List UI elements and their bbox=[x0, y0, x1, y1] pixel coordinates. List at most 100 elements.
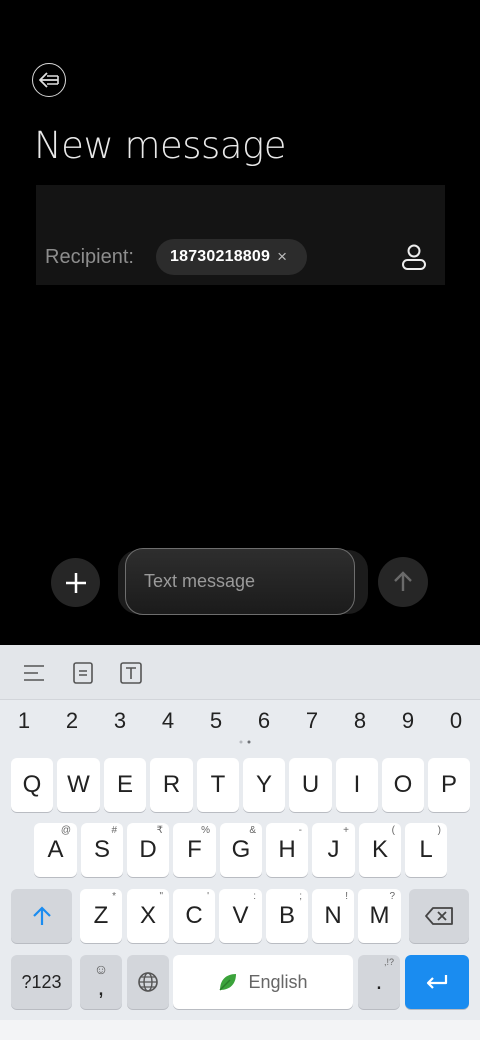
key-1[interactable]: 1 bbox=[0, 708, 48, 734]
key-9[interactable]: 9 bbox=[384, 708, 432, 734]
page-dots-icon bbox=[239, 740, 251, 744]
space-bar[interactable]: English bbox=[173, 955, 353, 1009]
key-a-sup: @ bbox=[60, 825, 71, 836]
contact-picker-button[interactable] bbox=[399, 242, 429, 272]
key-p[interactable]: P bbox=[428, 758, 470, 812]
key-y[interactable]: Y bbox=[243, 758, 285, 812]
key-r[interactable]: R bbox=[150, 758, 193, 812]
key-z-label: Z bbox=[93, 902, 109, 929]
plus-icon bbox=[65, 572, 86, 593]
key-t[interactable]: T bbox=[197, 758, 239, 812]
backspace-icon bbox=[425, 907, 453, 925]
key-j[interactable]: + J bbox=[312, 823, 355, 877]
key-s-sup: # bbox=[111, 825, 117, 836]
key-m[interactable]: ? M bbox=[358, 889, 401, 943]
key-x-label: X bbox=[139, 902, 156, 929]
key-c[interactable]: ' C bbox=[173, 889, 215, 943]
key-g[interactable]: & G bbox=[220, 823, 262, 877]
key-u[interactable]: U bbox=[289, 758, 332, 812]
shift-key[interactable] bbox=[11, 889, 72, 943]
key-g-label: G bbox=[231, 836, 251, 863]
key-a-label: A bbox=[47, 836, 64, 863]
message-input[interactable] bbox=[126, 549, 354, 614]
key-w[interactable]: W bbox=[57, 758, 100, 812]
key-s-label: S bbox=[93, 836, 110, 863]
key-d-label: D bbox=[139, 836, 157, 863]
key-k[interactable]: (K bbox=[359, 823, 401, 877]
back-arrow-icon bbox=[39, 72, 59, 88]
emoji-icon: ☺ bbox=[93, 961, 109, 977]
key-f-label: F bbox=[187, 836, 202, 863]
navigation-bar bbox=[0, 1020, 480, 1040]
send-arrow-up-icon bbox=[394, 571, 412, 591]
enter-key[interactable] bbox=[405, 955, 469, 1009]
key-o[interactable]: O bbox=[382, 758, 424, 812]
key-v-label: V bbox=[232, 902, 249, 929]
period-key[interactable]: ,!? . bbox=[358, 955, 400, 1009]
add-attachment-button[interactable] bbox=[51, 558, 100, 607]
key-j-label: J bbox=[327, 836, 340, 863]
period-key-sup: ,!? bbox=[383, 957, 394, 967]
recipient-chip[interactable]: 18730218809 × bbox=[156, 239, 307, 275]
key-s[interactable]: # S bbox=[81, 823, 123, 877]
key-n-label: N bbox=[324, 902, 342, 929]
key-c-label: C bbox=[185, 902, 203, 929]
key-x[interactable]: " X bbox=[127, 889, 169, 943]
key-g-sup: & bbox=[249, 825, 256, 836]
key-d[interactable]: ₹ D bbox=[127, 823, 169, 877]
key-a[interactable]: @ A bbox=[34, 823, 77, 877]
key-h[interactable]: -H bbox=[266, 823, 308, 877]
key-0[interactable]: 0 bbox=[432, 708, 480, 734]
key-z[interactable]: * Z bbox=[80, 889, 122, 943]
language-key[interactable] bbox=[127, 955, 169, 1009]
recipient-chip-text: 18730218809 bbox=[170, 248, 271, 265]
space-bar-label: English bbox=[248, 971, 308, 992]
menu-lines-icon[interactable] bbox=[23, 662, 45, 684]
comma-key[interactable]: ☺ , bbox=[80, 955, 122, 1009]
backspace-key[interactable] bbox=[409, 889, 469, 943]
symbols-key[interactable]: ?123 bbox=[11, 955, 72, 1009]
page-title: New message bbox=[34, 124, 286, 167]
key-m-sup: ? bbox=[389, 891, 395, 902]
key-f[interactable]: % F bbox=[173, 823, 216, 877]
key-h-label: H bbox=[278, 836, 296, 863]
key-k-label: K bbox=[371, 836, 388, 863]
text-box-icon[interactable] bbox=[120, 662, 142, 684]
key-z-sup: * bbox=[112, 891, 116, 902]
key-h-sup: - bbox=[298, 825, 302, 836]
enter-arrow-icon bbox=[426, 975, 448, 989]
back-button[interactable] bbox=[32, 63, 66, 97]
key-v-sup: : bbox=[253, 891, 256, 902]
key-l-label: L bbox=[419, 836, 433, 863]
key-c-sup: ' bbox=[207, 891, 209, 902]
key-n[interactable]: ! N bbox=[312, 889, 354, 943]
key-5[interactable]: 5 bbox=[192, 708, 240, 734]
clipboard-icon[interactable] bbox=[72, 662, 94, 684]
key-n-sup: ! bbox=[345, 891, 348, 902]
key-q[interactable]: Q bbox=[11, 758, 53, 812]
globe-icon bbox=[138, 972, 158, 992]
send-button[interactable] bbox=[378, 557, 428, 607]
key-7[interactable]: 7 bbox=[288, 708, 336, 734]
key-b[interactable]: ; B bbox=[266, 889, 308, 943]
key-4[interactable]: 4 bbox=[144, 708, 192, 734]
keyboard-toolbar bbox=[0, 645, 480, 700]
key-i[interactable]: I bbox=[336, 758, 378, 812]
key-e[interactable]: E bbox=[104, 758, 146, 812]
key-l-sup: ) bbox=[437, 825, 441, 836]
key-3[interactable]: 3 bbox=[96, 708, 144, 734]
key-x-sup: " bbox=[159, 891, 163, 902]
key-l[interactable]: ) L bbox=[405, 823, 447, 877]
contact-person-icon bbox=[402, 244, 426, 270]
key-8[interactable]: 8 bbox=[336, 708, 384, 734]
recipient-label: Recipient: bbox=[45, 246, 134, 268]
remove-recipient-icon[interactable]: × bbox=[277, 247, 287, 267]
key-j-sup: + bbox=[343, 825, 349, 836]
key-v[interactable]: :V bbox=[219, 889, 262, 943]
key-6[interactable]: 6 bbox=[240, 708, 288, 734]
key-d-sup: ₹ bbox=[156, 825, 163, 836]
message-composer[interactable] bbox=[125, 548, 355, 615]
key-f-sup: % bbox=[201, 825, 210, 836]
key-2[interactable]: 2 bbox=[48, 708, 96, 734]
period-label: . bbox=[375, 968, 383, 995]
